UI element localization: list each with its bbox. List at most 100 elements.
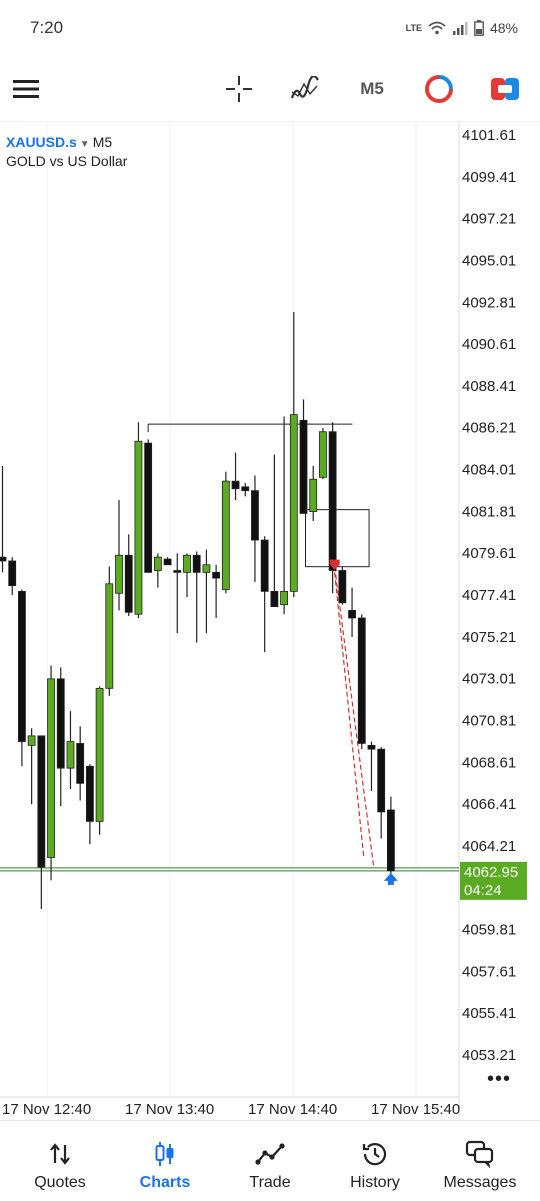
bearish-candle [18,590,26,742]
bearish-candle [260,539,269,592]
price-tick-label: 4068.61 [462,754,516,771]
bearish-candle [241,486,250,492]
symbol-name[interactable]: XAUUSD.s [6,134,77,150]
trade-icon [491,78,519,100]
bullish-candle [319,431,327,478]
price-tick-label: 4077.41 [462,587,516,604]
price-tick-label: 4095.01 [462,252,516,269]
bullish-candle [134,440,143,615]
bearish-candle [8,560,17,587]
symbol-timeframe: M5 [92,134,113,150]
trade-nav-icon [255,1143,285,1165]
bearish-candle [367,744,376,750]
time-tick-label: 17 Nov 13:40 [125,1101,214,1118]
current-price-label: 4062.95 [464,864,518,881]
price-tick-label: 4088.41 [462,378,516,395]
bearish-candle [231,480,240,490]
price-tick-label: 4059.81 [462,922,516,939]
battery-icon [474,20,484,36]
bearish-candle [76,743,85,784]
bearish-candle [85,765,94,822]
signal-icon [452,22,468,35]
crosshair-button[interactable] [216,66,262,112]
bearish-candle [212,571,221,579]
menu-icon [13,80,39,98]
trade-button[interactable] [482,66,528,112]
bearish-candle [173,570,182,573]
price-tick-label: 4099.41 [462,169,516,186]
nav-history-label: History [350,1174,400,1191]
bearish-candle [348,609,356,619]
symbol-dropdown-icon[interactable]: ▼ [80,139,90,150]
price-tick-label: 4075.21 [462,629,516,646]
bullish-candle [289,414,298,592]
bullish-candle [183,554,191,573]
price-tick-label: 4057.61 [462,963,516,980]
price-chart[interactable]: 4101.61 4099.41 4097.21 4095.01 4092.81 4090.… [0,120,540,1120]
time-tick-label: 17 Nov 12:40 [2,1101,91,1118]
messages-icon [465,1140,494,1168]
bearish-candle [37,735,46,868]
bearish-candle [357,617,366,744]
bearish-candle [338,570,347,604]
one-click-trading-icon [425,75,453,103]
nav-messages-label: Messages [443,1174,517,1191]
network-label: LTE [405,22,422,33]
nav-history[interactable]: History [321,1121,429,1201]
bullish-candle [309,478,318,512]
bearish-candle [299,419,308,514]
bearish-candle [144,442,153,573]
symbol-header[interactable]: XAUUSD.s ▼ M5 [6,134,112,150]
price-tick-label: 4053.21 [462,1047,516,1064]
price-tick-label: 4092.81 [462,294,516,311]
price-tick-label: 4086.21 [462,420,516,437]
bearish-candle [56,678,65,769]
crosshair-icon [226,76,252,102]
bearish-candle [163,558,172,566]
chart-toolbar: M5 [0,58,540,120]
charts-icon [155,1142,174,1166]
indicators-icon [290,76,319,99]
close-arrow-marker [383,872,398,885]
bearish-candle [270,590,279,607]
bullish-candle [115,554,123,594]
chart-canvas[interactable]: 4101.61 4099.41 4097.21 4095.01 4092.81 4090.… [0,120,540,1120]
price-tick-label: 4064.21 [462,838,516,855]
indicators-button[interactable] [282,66,328,112]
nav-trade[interactable]: Trade [216,1121,324,1201]
timeframe-button[interactable]: M5 [349,66,395,112]
price-tick-label: 4084.01 [462,462,516,479]
more-options-icon[interactable]: ••• [487,1068,511,1091]
price-tick-label: 4055.41 [462,1005,516,1022]
nav-charts[interactable]: Charts [111,1121,219,1201]
price-tick-label: 4070.81 [462,712,516,729]
wifi-icon [428,21,446,35]
price-tick-label: 4066.41 [462,796,516,813]
bullish-candle [153,556,162,571]
bullish-candle [27,735,36,746]
price-tick-label: 4097.21 [462,211,516,228]
bearish-candle [124,554,133,613]
battery-level: 48% [489,20,518,36]
bearish-candle [251,490,259,541]
bearish-candle [386,809,395,872]
bullish-candle [221,480,230,590]
bullish-candle [47,678,55,858]
bearish-candle [377,748,386,813]
time-tick-label: 17 Nov 15:40 [371,1101,460,1118]
bullish-candle [105,583,114,689]
status-bar: 7:20 LTE 48% [0,0,540,58]
bullish-candle [280,590,288,606]
bullish-candle [202,564,211,573]
nav-quotes[interactable]: Quotes [6,1121,114,1201]
nav-charts-label: Charts [139,1174,191,1191]
bottom-navigation: Quotes Charts Trade History Messages [0,1120,540,1201]
time-tick-label: 17 Nov 14:40 [248,1101,337,1118]
bearish-candle [328,431,337,571]
price-tick-label: 4079.61 [462,545,516,562]
nav-messages[interactable]: Messages [426,1121,534,1201]
price-tick-label: 4101.61 [462,127,516,144]
bar-countdown-label: 04:24 [464,882,502,899]
one-click-trading-button[interactable] [416,66,462,112]
menu-button[interactable] [3,66,49,112]
